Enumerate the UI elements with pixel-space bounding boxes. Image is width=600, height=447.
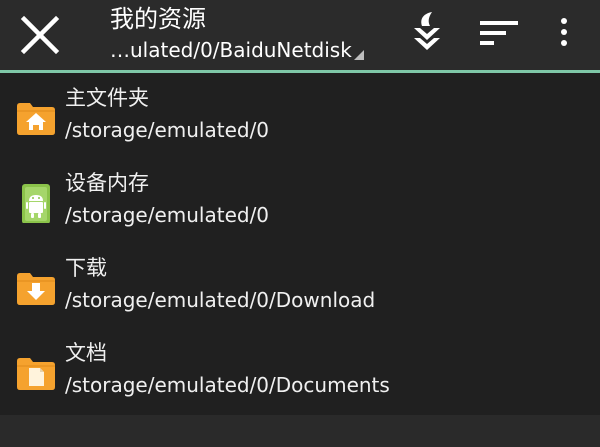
item-name: 文档 <box>65 341 107 365</box>
toolbar: 我的资源 …ulated/0/BaiduNetdisk <box>0 0 600 70</box>
current-path: …ulated/0/BaiduNetdisk <box>110 38 352 62</box>
more-button[interactable] <box>552 16 576 50</box>
toolbar-divider <box>0 70 600 73</box>
item-path: /storage/emulated/0/Download <box>65 288 376 312</box>
item-name: 主文件夹 <box>65 86 149 110</box>
page-title: 我的资源 <box>110 5 206 33</box>
bottom-bar <box>0 415 600 447</box>
swipe-down-icon <box>414 12 440 50</box>
path-dropdown[interactable]: …ulated/0/BaiduNetdisk <box>110 36 364 64</box>
swipe-down-button[interactable] <box>410 10 444 56</box>
item-path: /storage/emulated/0 <box>65 203 270 227</box>
item-name: 设备内存 <box>65 171 149 195</box>
item-name: 下载 <box>65 256 107 280</box>
sort-button[interactable] <box>478 18 522 48</box>
android-storage-icon <box>22 184 50 223</box>
home-folder-icon <box>17 103 55 135</box>
item-path: /storage/emulated/0/Documents <box>65 373 390 397</box>
documents-folder-icon <box>17 358 55 390</box>
list-item-home[interactable]: 主文件夹 /storage/emulated/0 <box>0 78 600 163</box>
item-path: /storage/emulated/0 <box>65 118 270 142</box>
dropdown-caret-icon <box>353 50 364 60</box>
list-item-download[interactable]: 下载 /storage/emulated/0/Download <box>0 248 600 333</box>
close-icon <box>20 15 60 55</box>
sort-icon <box>480 21 518 45</box>
download-folder-icon <box>17 273 55 305</box>
close-button[interactable] <box>14 10 66 60</box>
storage-list: 主文件夹 /storage/emulated/0 设备内存 /storage/e… <box>0 78 600 418</box>
more-vertical-icon <box>561 18 567 46</box>
list-item-documents[interactable]: 文档 /storage/emulated/0/Documents <box>0 333 600 418</box>
list-item-device-storage[interactable]: 设备内存 /storage/emulated/0 <box>0 163 600 248</box>
